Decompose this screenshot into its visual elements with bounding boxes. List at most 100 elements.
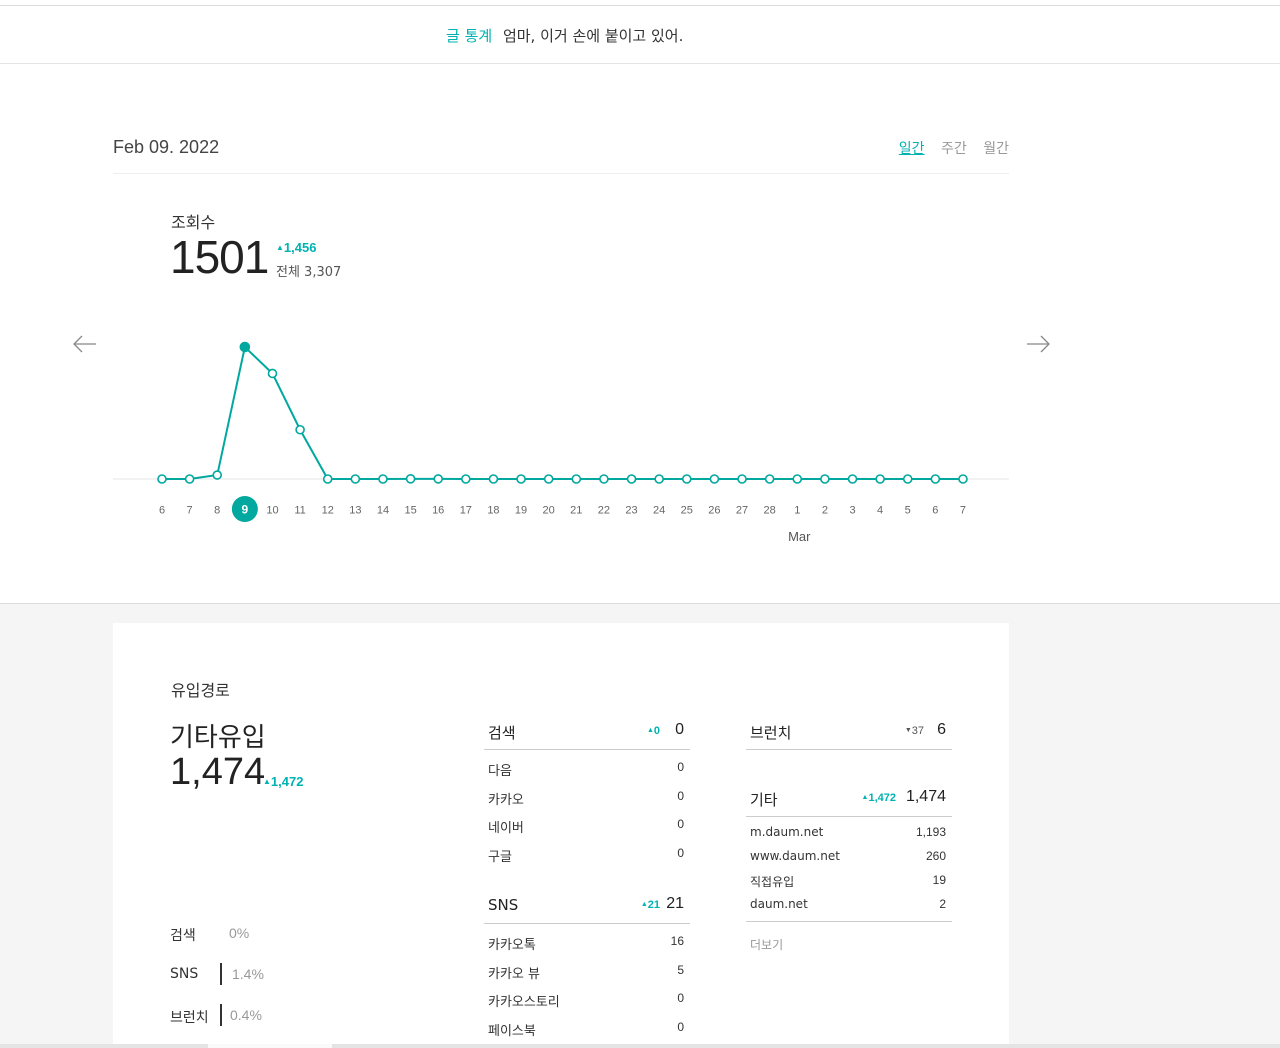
x-tick-label: 18 [487, 505, 499, 517]
group-header: SNS ▲21 21 [484, 890, 690, 924]
views-value: 1501 [170, 231, 269, 283]
list-item: 카카오 0 [484, 779, 690, 808]
tab-monthly[interactable]: 월간 [983, 138, 1009, 158]
up-triangle-icon: ▲ [646, 727, 654, 734]
row-name: 구글 [488, 849, 512, 865]
list-item: 카카오 뷰 5 [484, 953, 690, 982]
row-value: 16 [670, 934, 684, 948]
percent-bar [220, 1004, 222, 1026]
x-tick-label: 19 [515, 505, 527, 517]
group-change-value: 21 [647, 899, 660, 911]
views-change: ▲1,456 [276, 240, 316, 255]
group-name: 브런치 [750, 724, 792, 742]
row-name: 카카오 [488, 792, 524, 808]
data-point[interactable] [792, 474, 803, 484]
row-value: 1,193 [915, 825, 946, 839]
month-label: Mar [788, 529, 811, 544]
data-point[interactable] [654, 474, 664, 484]
x-tick-label: 5 [905, 505, 911, 517]
x-tick-label: 27 [736, 505, 748, 517]
list-item: 다음 0 [484, 750, 690, 779]
data-point[interactable] [433, 474, 444, 484]
views-total: 전체 3,307 [276, 265, 342, 280]
data-point[interactable] [378, 474, 388, 484]
data-point[interactable] [930, 474, 941, 484]
horizontal-scrollbar[interactable] [0, 1044, 1280, 1048]
data-point[interactable] [212, 470, 223, 480]
percent-value: 1.4% [232, 966, 264, 982]
data-point[interactable] [488, 474, 499, 484]
data-point[interactable] [875, 474, 885, 484]
group-change-value: 0 [653, 725, 660, 737]
row-name: 다음 [488, 764, 512, 779]
percent-bar [220, 963, 222, 985]
row-value: 260 [925, 849, 946, 863]
row-value: 0 [677, 817, 684, 831]
list-item: 카카오스토리 0 [484, 981, 690, 1010]
percent-label: 브런치 [170, 1010, 209, 1026]
row-name: 페이스북 [488, 1023, 536, 1039]
row-name: 카카오스토리 [488, 995, 560, 1010]
data-point[interactable] [461, 474, 471, 484]
x-tick-label: 20 [543, 505, 555, 517]
row-value: 0 [677, 1019, 684, 1034]
x-tick-label: 7 [960, 505, 966, 517]
x-tick-label: 4 [877, 505, 883, 517]
data-point[interactable] [820, 474, 830, 484]
up-triangle-icon: ▲ [640, 901, 648, 908]
list-item: www.daum.net 260 [746, 841, 952, 865]
tab-daily[interactable]: 일간 [899, 138, 925, 158]
more-link[interactable]: 더보기 [750, 936, 783, 953]
data-point[interactable] [599, 474, 609, 484]
data-point[interactable] [543, 474, 554, 484]
x-tick-label: 8 [214, 505, 220, 517]
list-item: 구글 0 [484, 836, 690, 865]
row-name: 카카오톡 [488, 938, 536, 953]
tab-weekly[interactable]: 주간 [941, 138, 967, 158]
group-total: 1,474 [905, 788, 946, 805]
row-value: 5 [677, 962, 684, 977]
x-tick-label: 3 [849, 505, 855, 517]
row-name: www.daum.net [750, 849, 840, 863]
data-point[interactable] [322, 474, 333, 484]
row-name: daum.net [750, 897, 808, 911]
data-point[interactable] [157, 474, 167, 484]
data-point[interactable] [847, 474, 858, 484]
group-name: 기타 [750, 791, 778, 809]
x-tick-label: 6 [932, 505, 938, 517]
data-point[interactable] [902, 474, 913, 484]
data-point[interactable] [709, 474, 720, 484]
x-tick-label: 25 [681, 505, 693, 517]
data-point[interactable] [516, 474, 526, 484]
data-point[interactable] [764, 474, 775, 484]
data-point[interactable] [571, 474, 582, 484]
period-tabs: 일간 주간 월간 [887, 138, 1009, 158]
x-tick-label: 14 [377, 505, 389, 517]
data-point[interactable] [405, 474, 416, 484]
data-point[interactable] [295, 424, 305, 435]
list-item: 직접유입 19 [746, 865, 952, 889]
group-header: 브런치 ▼37 6 [746, 716, 952, 750]
x-tick-label: 10 [266, 505, 278, 517]
x-tick-label: 15 [404, 505, 416, 517]
data-point[interactable] [267, 368, 278, 379]
source-group-search: 검색 ▲0 0 다음 0 카카오 0 네이버 0 구글 0 [484, 716, 690, 865]
data-point[interactable] [681, 474, 692, 484]
x-tick-label: 21 [570, 505, 582, 517]
x-tick-label: 6 [159, 505, 165, 517]
data-point[interactable] [239, 341, 251, 353]
data-point[interactable] [958, 474, 968, 484]
data-point[interactable] [626, 474, 637, 484]
group-header: 기타 ▲1,472 1,474 [746, 783, 952, 817]
row-value: 19 [932, 873, 946, 887]
x-tick-label[interactable]: 9 [242, 503, 249, 517]
x-tick-label: 23 [625, 505, 637, 517]
data-point[interactable] [350, 474, 361, 484]
x-tick-label: 28 [764, 505, 776, 517]
sources-card: 유입경로 기타유입 1,474 ▲1,472 검색 0% SNS 1.4% 브런… [113, 623, 1009, 1048]
data-point[interactable] [737, 474, 747, 484]
up-triangle-icon: ▲ [263, 777, 271, 786]
data-point[interactable] [184, 474, 195, 484]
scrollbar-thumb[interactable] [208, 1044, 332, 1048]
list-item: daum.net 2 [746, 889, 952, 913]
